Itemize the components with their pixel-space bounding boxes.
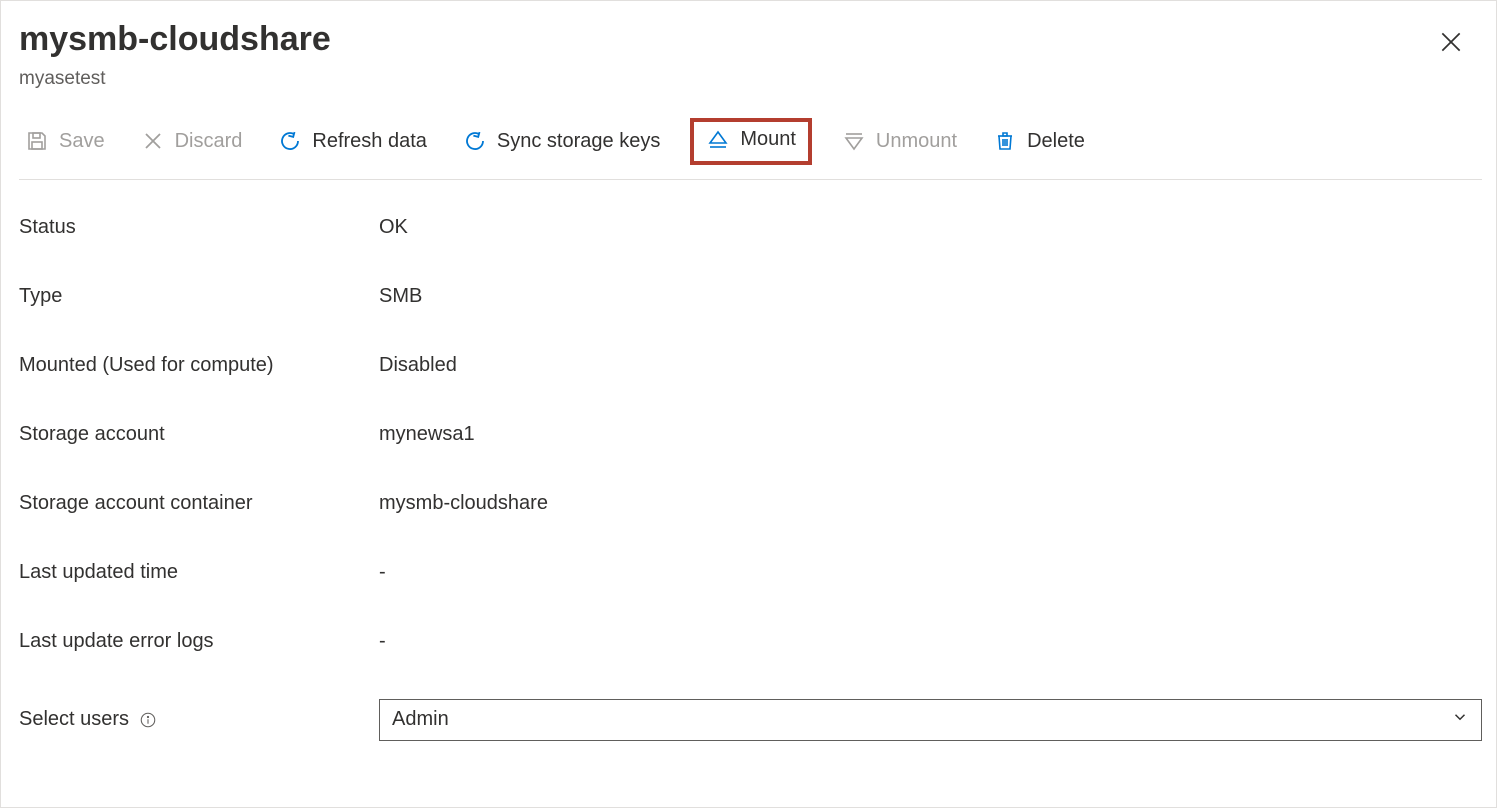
mount-icon	[706, 128, 730, 152]
select-users-value: Admin	[392, 708, 449, 731]
page-title: mysmb-cloudshare	[19, 19, 1482, 60]
value-last-error: -	[379, 630, 386, 653]
toolbar: Save Discard Refresh data Sync storage k…	[19, 118, 1482, 180]
label-status: Status	[19, 216, 379, 239]
label-storage-account: Storage account	[19, 423, 379, 446]
close-button[interactable]	[1438, 29, 1464, 60]
row-select-users: Select users Admin	[19, 699, 1482, 741]
sync-label: Sync storage keys	[497, 130, 660, 153]
save-label: Save	[59, 130, 105, 153]
pane-header: mysmb-cloudshare myasetest	[19, 19, 1482, 90]
value-storage-container: mysmb-cloudshare	[379, 492, 548, 515]
row-mounted: Mounted (Used for compute) Disabled	[19, 354, 1482, 377]
mount-button[interactable]: Mount	[702, 126, 800, 154]
label-storage-container: Storage account container	[19, 492, 379, 515]
share-pane: mysmb-cloudshare myasetest Save Discard …	[0, 0, 1497, 808]
delete-icon	[993, 129, 1017, 153]
info-icon[interactable]	[139, 711, 157, 729]
label-last-error: Last update error logs	[19, 630, 379, 653]
value-type: SMB	[379, 285, 422, 308]
row-last-error: Last update error logs -	[19, 630, 1482, 653]
close-icon	[1438, 29, 1464, 55]
unmount-button: Unmount	[836, 123, 963, 159]
mount-label: Mount	[740, 128, 796, 151]
unmount-icon	[842, 129, 866, 153]
refresh-data-button[interactable]: Refresh data	[272, 123, 433, 159]
discard-label: Discard	[175, 130, 243, 153]
row-last-updated: Last updated time -	[19, 561, 1482, 584]
chevron-down-icon	[1451, 708, 1469, 732]
sync-storage-keys-button[interactable]: Sync storage keys	[457, 123, 666, 159]
mount-highlight: Mount	[690, 118, 812, 165]
value-last-updated: -	[379, 561, 386, 584]
label-mounted: Mounted (Used for compute)	[19, 354, 379, 377]
sync-icon	[463, 129, 487, 153]
value-mounted: Disabled	[379, 354, 457, 377]
label-last-updated: Last updated time	[19, 561, 379, 584]
row-type: Type SMB	[19, 285, 1482, 308]
row-storage-container: Storage account container mysmb-cloudsha…	[19, 492, 1482, 515]
page-subtitle: myasetest	[19, 68, 1482, 90]
unmount-label: Unmount	[876, 130, 957, 153]
label-type: Type	[19, 285, 379, 308]
refresh-icon	[278, 129, 302, 153]
details: Status OK Type SMB Mounted (Used for com…	[19, 216, 1482, 741]
row-storage-account: Storage account mynewsa1	[19, 423, 1482, 446]
save-icon	[25, 129, 49, 153]
value-storage-account: mynewsa1	[379, 423, 475, 446]
select-users-wrap: Admin	[379, 699, 1482, 741]
discard-icon	[141, 129, 165, 153]
row-status: Status OK	[19, 216, 1482, 239]
save-button: Save	[19, 123, 111, 159]
select-users-dropdown[interactable]: Admin	[379, 699, 1482, 741]
label-select-users-text: Select users	[19, 708, 129, 731]
label-select-users: Select users	[19, 708, 379, 731]
refresh-label: Refresh data	[312, 130, 427, 153]
delete-button[interactable]: Delete	[987, 123, 1091, 159]
delete-label: Delete	[1027, 130, 1085, 153]
value-status: OK	[379, 216, 408, 239]
discard-button: Discard	[135, 123, 249, 159]
